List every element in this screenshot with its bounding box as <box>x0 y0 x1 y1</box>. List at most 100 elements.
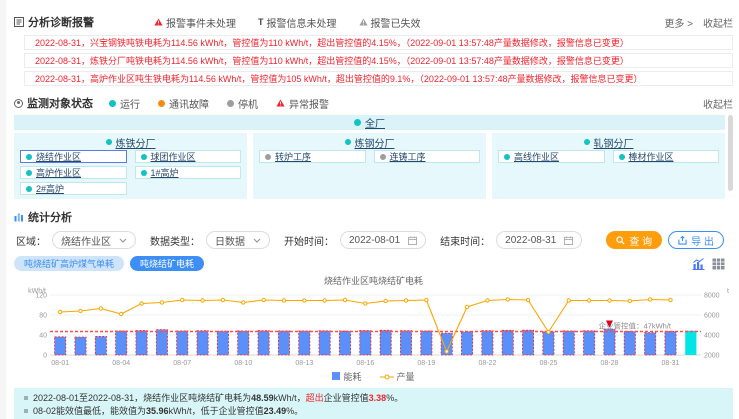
plant-group-header[interactable]: 轧钢分厂 <box>498 135 719 149</box>
status-dot <box>106 139 112 145</box>
status-dot <box>380 154 386 160</box>
plant-group: 炼钢分厂转炉工序连铸工序 <box>253 133 486 199</box>
production-point <box>99 307 102 310</box>
production-legend-swatch <box>380 374 394 380</box>
status-legend-label: 通讯故障 <box>169 96 209 111</box>
alarm-filter-item[interactable]: 报警事件未处理 <box>154 15 236 30</box>
production-point <box>384 299 387 302</box>
energy-bar <box>55 337 66 355</box>
end-date-input[interactable]: 2022-08-31 <box>496 231 582 249</box>
metric-tab[interactable]: 吨烧结矿高炉煤气单耗 <box>14 256 124 271</box>
production-point <box>506 298 509 301</box>
start-date-input[interactable]: 2022-08-01 <box>340 231 426 249</box>
chevron-down-icon <box>119 238 127 243</box>
axis-label: 08-13 <box>295 360 313 367</box>
chevron-down-icon <box>253 238 261 243</box>
production-point <box>323 299 326 302</box>
collapse-link[interactable]: 收起栏 <box>703 15 733 30</box>
metric-tab[interactable]: 吨烧结矿电耗 <box>130 256 204 271</box>
plant-group: 轧钢分厂高线作业区棒材作业区 <box>492 133 725 199</box>
production-point <box>140 302 143 305</box>
plant-node[interactable]: 球团作业区 <box>135 150 242 163</box>
energy-bar <box>502 330 513 355</box>
status-legend-item: 运行 <box>109 96 140 111</box>
plant-node[interactable]: 连铸工序 <box>374 150 481 163</box>
plant-node[interactable]: 转炉工序 <box>259 150 366 163</box>
production-point <box>120 312 123 315</box>
plant-root-node[interactable]: 全厂 <box>14 115 725 130</box>
axis-label: 0 <box>43 353 47 360</box>
production-point <box>58 310 61 313</box>
table-view-icon[interactable] <box>712 258 725 270</box>
plant-node[interactable]: 1#高炉 <box>135 166 242 179</box>
status-legend-item: 通讯故障 <box>158 96 209 111</box>
plant-node[interactable]: 2#高炉 <box>20 182 127 195</box>
status-collapse-link[interactable]: 收起栏 <box>703 96 733 111</box>
axis-label: 6000 <box>704 313 720 320</box>
summary-text: 2022-08-01至2022-08-31，烧结作业区吨烧结矿电耗为48.59k… <box>33 392 403 405</box>
alarm-filter-bar: 报警事件未处理 T报警信息未处理 报警已失效 <box>154 15 421 30</box>
warning-triangle-icon <box>359 18 368 26</box>
alarm-filter-item[interactable]: T报警信息未处理 <box>258 15 337 30</box>
alarm-panel-title-text: 分析诊断报警 <box>28 14 94 30</box>
summary-text: 08-02能效值最低，能效值为35.96kWh/t，低于企业管控值23.49%。 <box>33 405 303 418</box>
datatype-label: 数据类型： <box>150 233 200 248</box>
status-scrollbar[interactable] <box>728 115 733 191</box>
plant-node[interactable]: 烧结作业区 <box>20 150 127 163</box>
region-select[interactable]: 烧结作业区 <box>52 231 136 249</box>
production-point <box>242 301 245 304</box>
energy-bar <box>522 330 533 355</box>
status-dot <box>109 100 116 107</box>
alert-row[interactable]: 2022-08-31，高炉作业区吨生铁电耗为114.56 kWh/t，管控值为1… <box>24 71 733 86</box>
production-point <box>79 309 82 312</box>
more-link[interactable]: 更多 > <box>664 15 693 30</box>
energy-monitoring-dashboard: 分析诊断报警 报警事件未处理 T报警信息未处理 报警已失效 更多 > 收起栏 202… <box>0 0 739 419</box>
warning-triangle-icon <box>154 18 163 26</box>
legend-energy[interactable]: 能耗 <box>332 370 361 383</box>
query-button[interactable]: 查 询 <box>606 231 662 249</box>
status-legend-item: 异常报警 <box>276 96 329 111</box>
axis-label: 08-04 <box>112 360 130 367</box>
plant-group-label: 炼铁分厂 <box>116 135 156 150</box>
energy-production-chart[interactable]: 040801202000400060008000kWh/tt企业管控值：47kW… <box>14 287 733 367</box>
energy-bar <box>380 330 391 355</box>
axis-label: 2000 <box>704 353 720 360</box>
stats-panel-title: 统计分析 <box>14 209 733 225</box>
datatype-select[interactable]: 日数据 <box>206 231 270 249</box>
calendar-icon <box>408 236 417 245</box>
status-panel-title: 监测对象状态 <box>14 95 93 111</box>
alert-row[interactable]: 2022-08-31，炼铁分厂吨铁电耗为114.56 kWh/t，管控值为110… <box>24 53 733 68</box>
energy-bar <box>156 330 167 355</box>
axis-label: 8000 <box>704 293 720 300</box>
plant-node-label: 2#高炉 <box>36 182 64 195</box>
energy-bar <box>461 332 472 355</box>
production-point <box>608 299 611 302</box>
status-dot <box>26 154 32 160</box>
legend-production[interactable]: 产量 <box>380 370 415 383</box>
production-point <box>547 330 550 333</box>
alert-list: 2022-08-31，兴宝钢铁吨铁电耗为114.56 kWh/t，管控值为110… <box>14 35 733 86</box>
alarm-filter-label: 报警已失效 <box>371 15 421 30</box>
plant-node-label: 1#高炉 <box>151 166 179 179</box>
energy-legend-swatch <box>332 372 340 380</box>
plant-node[interactable]: 高炉作业区 <box>20 166 127 179</box>
chart-title: 烧结作业区吨烧结矿电耗 <box>14 274 733 287</box>
plant-group-header[interactable]: 炼铁分厂 <box>20 135 241 149</box>
chart-view-icon[interactable] <box>692 258 705 270</box>
start-date-label: 开始时间： <box>284 233 334 248</box>
plant-group-header[interactable]: 炼钢分厂 <box>259 135 480 149</box>
alert-row[interactable]: 2022-08-31，兴宝钢铁吨铁电耗为114.56 kWh/t，管控值为110… <box>24 35 733 50</box>
production-point <box>669 298 672 301</box>
calendar-icon <box>564 236 573 245</box>
energy-bar <box>584 331 595 355</box>
energy-bar <box>360 331 371 355</box>
axis-label: 08-25 <box>539 360 557 367</box>
plant-node[interactable]: 高线作业区 <box>498 150 605 163</box>
plant-node-label: 高炉作业区 <box>36 166 81 179</box>
plant-node[interactable]: 棒材作业区 <box>613 150 720 163</box>
list-icon <box>14 17 24 27</box>
export-button[interactable]: 导 出 <box>668 231 724 249</box>
production-point <box>587 299 590 302</box>
energy-bar <box>665 331 676 355</box>
alarm-filter-item[interactable]: 报警已失效 <box>359 15 421 30</box>
